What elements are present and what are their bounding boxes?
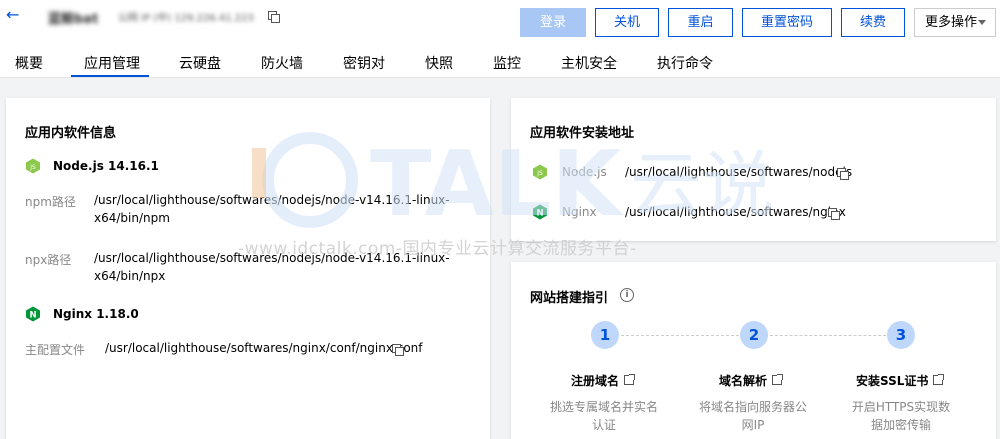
npm-path-value: /usr/local/lighthouse/softwares/nodejs/n…	[94, 191, 450, 227]
tab-bar: 概要 应用管理 云硬盘 防火墙 密钥对 快照 监控 主机安全 执行命令	[0, 44, 1000, 78]
step-connector	[770, 335, 886, 336]
tab-app-management[interactable]: 应用管理	[84, 53, 140, 73]
install-nginx-name: Nginx	[562, 205, 597, 219]
nodejs-name: Node.js 14.16.1	[53, 159, 159, 173]
copy-nginx-path-icon[interactable]	[828, 208, 840, 220]
login-button[interactable]: 登录	[520, 8, 586, 37]
external-link-icon[interactable]	[624, 374, 635, 385]
npm-path-line1: /usr/local/lighthouse/softwares/nodejs/n…	[94, 193, 450, 207]
nodejs-icon: JS	[533, 164, 547, 180]
svg-text:N: N	[536, 209, 543, 219]
install-paths-title: 应用软件安装地址	[530, 126, 635, 141]
external-link-icon[interactable]	[772, 374, 783, 385]
nodejs-icon: JS	[26, 158, 40, 174]
npx-path-line2: x64/bin/npx	[94, 269, 166, 283]
more-actions-button[interactable]: 更多操作	[914, 8, 996, 37]
step-3-description: 开启HTTPS实现数 据加密传输	[846, 398, 956, 434]
npx-path-line1: /usr/local/lighthouse/softwares/nodejs/n…	[94, 251, 450, 265]
active-tab-indicator	[71, 75, 149, 77]
step-3-desc-line2: 据加密传输	[870, 418, 931, 432]
tab-run-command[interactable]: 执行命令	[657, 53, 713, 73]
step-3-number: 3	[887, 321, 915, 349]
software-info-title: 应用内软件信息	[25, 126, 117, 141]
tab-snapshot[interactable]: 快照	[425, 53, 453, 73]
instance-name: 蓝鲸bat	[48, 12, 99, 27]
tab-firewall[interactable]: 防火墙	[261, 53, 303, 73]
instance-header: ← 蓝鲸bat 公网 IP (中) 129.226.41.223 登录 关机 重…	[0, 0, 1000, 44]
svg-text:JS: JS	[536, 170, 543, 177]
nginx-name: Nginx 1.18.0	[53, 307, 139, 321]
install-nginx-path: /usr/local/lighthouse/softwares/nginx	[625, 205, 846, 219]
npx-path-value: /usr/local/lighthouse/softwares/nodejs/n…	[94, 249, 450, 285]
nginx-conf-label: 主配置文件	[25, 343, 86, 357]
step-2-title[interactable]: 域名解析	[719, 372, 767, 389]
install-nodejs-path: /usr/local/lighthouse/softwares/nodejs	[625, 165, 853, 179]
instance-ip: 公网 IP (中) 129.226.41.223	[118, 13, 254, 24]
tab-monitoring[interactable]: 监控	[493, 53, 521, 73]
tab-overview[interactable]: 概要	[15, 53, 43, 73]
nginx-icon: N	[26, 306, 40, 322]
step-2-description: 将域名指向服务器公 网IP	[698, 398, 808, 434]
restart-button[interactable]: 重启	[668, 8, 733, 37]
copy-nodejs-path-icon[interactable]	[837, 168, 849, 180]
step-connector	[621, 335, 739, 336]
copy-ip-icon[interactable]	[268, 11, 280, 23]
step-1-desc-line2: 认证	[591, 418, 616, 432]
step-3-title[interactable]: 安装SSL证书	[856, 372, 928, 389]
step-2-desc-line2: 网IP	[741, 418, 765, 432]
tab-host-security[interactable]: 主机安全	[561, 53, 617, 73]
nginx-icon: N	[533, 204, 547, 220]
install-nodejs-name: Node.js	[562, 165, 607, 179]
renew-button[interactable]: 续费	[841, 8, 905, 37]
step-3-desc-line1: 开启HTTPS实现数	[851, 400, 951, 414]
external-link-icon[interactable]	[933, 374, 944, 385]
step-1-description: 挑选专属域名并实名 认证	[549, 398, 659, 434]
npm-path-label: npm路径	[25, 195, 76, 209]
site-guide-title: 网站搭建指引	[530, 291, 609, 306]
svg-text:N: N	[29, 311, 36, 321]
caret-down-icon	[978, 20, 986, 25]
step-2-number: 2	[740, 321, 768, 349]
nginx-conf-value: /usr/local/lighthouse/softwares/nginx/co…	[105, 341, 423, 355]
reset-password-button[interactable]: 重置密码	[742, 8, 832, 37]
step-1-title[interactable]: 注册域名	[571, 372, 619, 389]
tab-cloud-disk[interactable]: 云硬盘	[179, 53, 221, 73]
copy-conf-path-icon[interactable]	[392, 344, 404, 356]
info-icon[interactable]: i	[620, 288, 634, 302]
more-actions-label: 更多操作	[925, 15, 978, 30]
step-1-number: 1	[591, 321, 619, 349]
npx-path-label: npx路径	[25, 253, 72, 267]
svg-text:JS: JS	[29, 164, 36, 171]
npm-path-line2: x64/bin/npm	[94, 211, 170, 225]
tab-key-pair[interactable]: 密钥对	[343, 53, 385, 73]
step-2-desc-line1: 将域名指向服务器公	[698, 400, 807, 414]
shutdown-button[interactable]: 关机	[595, 8, 659, 37]
step-1-desc-line1: 挑选专属域名并实名	[549, 400, 658, 414]
back-arrow-icon[interactable]: ←	[6, 6, 26, 24]
